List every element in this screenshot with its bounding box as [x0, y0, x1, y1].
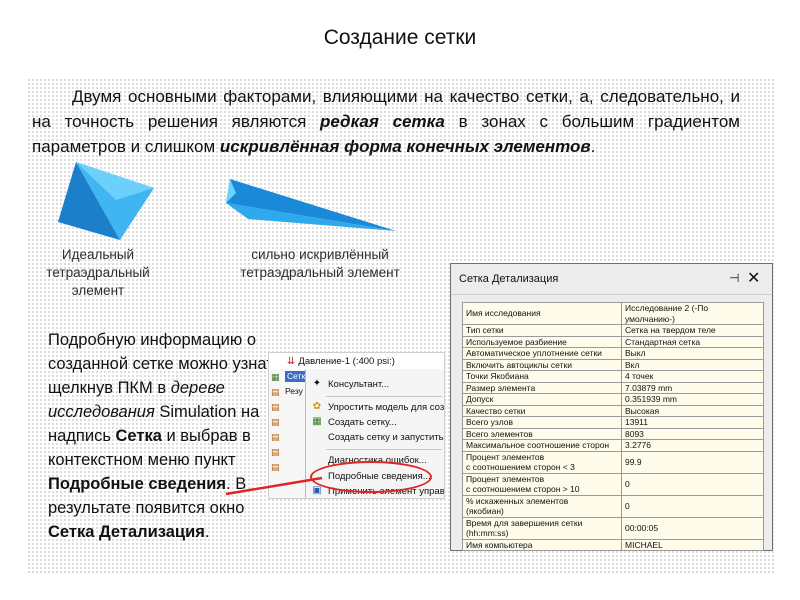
table-row: Используемое разбиение Стандартная сетка — [462, 335, 764, 348]
table-row: Качество сетки Высокая — [462, 404, 764, 417]
property-value: Высокая — [621, 404, 764, 417]
table-row: Имя компьютера MICHAEL — [462, 538, 764, 551]
property-name: Всего элементов — [462, 427, 622, 440]
property-value: Вкл — [621, 358, 764, 371]
table-row: Имя исследования Исследование 2 (-По умол… — [462, 302, 764, 325]
property-value: Исследование 2 (-По умолчанию-) — [621, 302, 764, 325]
property-name: Процент элементов с соотношением сторон … — [462, 472, 622, 496]
property-value: 7.03879 mm — [621, 381, 764, 394]
property-name: Качество сетки — [462, 404, 622, 417]
table-row: Максимальное соотношение сторон 3.2776 — [462, 439, 764, 452]
property-name: % искаженных элементов (якобиан) — [462, 494, 622, 518]
property-name: Размер элемента — [462, 381, 622, 394]
mesh-details-table-body: Имя исследования Исследование 2 (-По умол… — [462, 302, 764, 551]
table-row: Включить автоциклы сетки Вкл — [462, 358, 764, 371]
pointer-arrow-line — [225, 476, 323, 496]
table-row: Допуск 0.351939 mm — [462, 393, 764, 406]
table-row: Процент элементов с соотношением сторон … — [462, 450, 764, 474]
property-value: 0 — [621, 472, 764, 496]
pin-icon[interactable]: ⊣ — [729, 271, 739, 285]
property-name: Допуск — [462, 393, 622, 406]
property-name: Всего узлов — [462, 416, 622, 429]
table-row: Автоматическое уплотнение сетки Выкл — [462, 347, 764, 360]
table-row: Тип сетки Сетка на твердом теле — [462, 324, 764, 337]
property-value: 0.351939 mm — [621, 393, 764, 406]
property-name: Включить автоциклы сетки — [462, 358, 622, 371]
property-value: 0 — [621, 494, 764, 518]
property-value: MICHAEL — [621, 538, 764, 551]
property-value: 8093 — [621, 427, 764, 440]
dialog-titlebar: Сетка Детализация ⊣ ✕ — [451, 264, 772, 295]
close-icon[interactable]: ✕ — [747, 268, 760, 288]
table-row: % искаженных элементов (якобиан) 0 — [462, 494, 764, 518]
mesh-details-dialog: Сетка Детализация ⊣ ✕ Имя исследования Ис… — [450, 263, 773, 551]
dialog-title: Сетка Детализация — [459, 273, 559, 285]
property-value: Сетка на твердом теле — [621, 324, 764, 337]
property-value: 3.2776 — [621, 439, 764, 452]
property-name: Имя исследования — [462, 302, 622, 325]
table-row: Всего узлов 13911 — [462, 416, 764, 429]
property-name: Максимальное соотношение сторон — [462, 439, 622, 452]
table-row: Время для завершения сетки (hh:mm:ss) 00:… — [462, 516, 764, 540]
table-row: Размер элемента 7.03879 mm — [462, 381, 764, 394]
property-name: Тип сетки — [462, 324, 622, 337]
property-name: Процент элементов с соотношением сторон … — [462, 450, 622, 474]
property-name: Автоматическое уплотнение сетки — [462, 347, 622, 360]
property-value: Стандартная сетка — [621, 335, 764, 348]
property-name: Используемое разбиение — [462, 335, 622, 348]
property-value: 4 точек — [621, 370, 764, 383]
table-row: Всего элементов 8093 — [462, 427, 764, 440]
mesh-details-table: Имя исследования Исследование 2 (-По умол… — [462, 302, 764, 551]
property-value: 00:00:05 — [621, 516, 764, 540]
property-value: Выкл — [621, 347, 764, 360]
property-name: Имя компьютера — [462, 538, 622, 551]
property-name: Время для завершения сетки (hh:mm:ss) — [462, 516, 622, 540]
property-name: Точки Якобиана — [462, 370, 622, 383]
property-value: 13911 — [621, 416, 764, 429]
property-value: 99.9 — [621, 450, 764, 474]
table-row: Процент элементов с соотношением сторон … — [462, 472, 764, 496]
table-row: Точки Якобиана 4 точек — [462, 370, 764, 383]
